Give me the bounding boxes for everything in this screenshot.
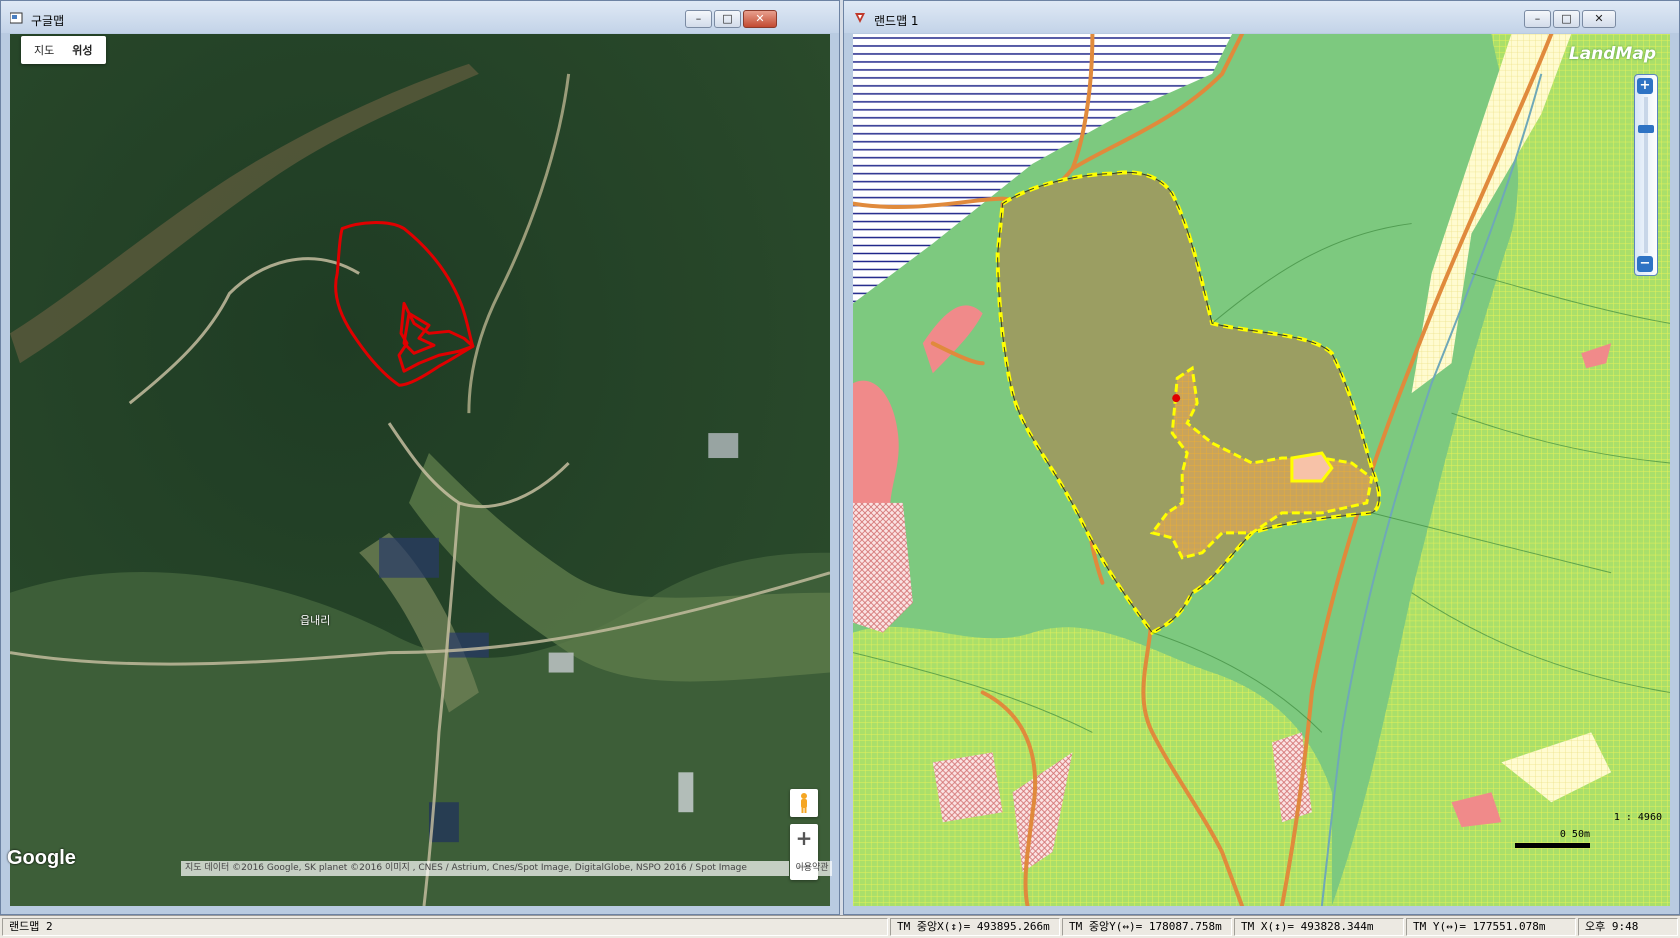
status-app-name: 랜드맵 2: [2, 918, 888, 936]
google-map-window: 구글맵 – □ ✕ 지도 위성 읍내리 + Google 지도 데이터 ©201…: [0, 0, 840, 915]
map-type-map[interactable]: 지도: [25, 42, 63, 58]
google-logo: Google: [7, 847, 76, 869]
status-tm-x: TM X(↕)= 493828.344m: [1234, 918, 1404, 936]
landmap-zoom-in-button[interactable]: +: [1637, 78, 1653, 94]
status-tm-center-x: TM 중앙X(↕)= 493895.266m: [890, 918, 1060, 936]
terms-link[interactable]: 이용약관: [792, 861, 832, 876]
cadastral-drawing: [853, 34, 1670, 906]
landmap-logo: LandMap: [1568, 44, 1656, 64]
landmap-window: 랜드맵 1 – □ ✕ LandMap + − 1: 4960 0 50m: [843, 0, 1680, 915]
close-icon: ✕: [755, 12, 765, 25]
maximize-button[interactable]: □: [714, 10, 741, 28]
landmap-zoom-slider[interactable]: + −: [1634, 74, 1658, 276]
scale-distance: 0 50m: [1559, 829, 1590, 840]
minimize-button[interactable]: –: [685, 10, 712, 28]
map-type-control: 지도 위성: [21, 36, 106, 64]
status-tm-center-y: TM 중앙Y(↔)= 178087.758m: [1062, 918, 1232, 936]
satellite-map[interactable]: 지도 위성 읍내리 + −: [10, 34, 830, 906]
scale-ratio: 1 : 4960: [1613, 812, 1662, 823]
scale-bar: [1515, 843, 1590, 848]
close-button[interactable]: ✕: [743, 10, 777, 28]
maximize-icon: □: [722, 12, 733, 25]
landmap-minimize-button[interactable]: –: [1524, 10, 1551, 28]
status-tm-y: TM Y(↔)= 177551.078m: [1406, 918, 1576, 936]
landmap-zoom-out-button[interactable]: −: [1637, 256, 1653, 272]
landmap-app-icon: [855, 13, 865, 23]
landmap-cadastral-map[interactable]: LandMap + − 1 : 4960 0 50m: [853, 34, 1670, 906]
pegman-button[interactable]: [790, 789, 818, 817]
maximize-icon: □: [1561, 12, 1572, 25]
landmap-window-title: 랜드맵 1: [874, 14, 919, 28]
map-type-satellite[interactable]: 위성: [63, 42, 101, 58]
map-attribution: 지도 데이터 ©2016 Google, SK planet ©2016 이미지…: [181, 861, 789, 876]
close-icon: ✕: [1594, 12, 1604, 25]
landmap-maximize-button[interactable]: □: [1553, 10, 1580, 28]
satellite-imagery: [10, 34, 830, 906]
location-marker: [1172, 394, 1181, 403]
google-window-title: 구글맵: [31, 14, 65, 28]
status-clock: 오후 9:48: [1578, 918, 1678, 936]
zoom-knob[interactable]: [1638, 125, 1654, 133]
minimize-icon: –: [695, 12, 702, 25]
zoom-track[interactable]: [1644, 97, 1648, 253]
landmap-window-titlebar[interactable]: 랜드맵 1 – □ ✕: [844, 1, 1679, 33]
place-label: 읍내리: [300, 614, 331, 627]
pegman-icon: [801, 793, 807, 813]
minimize-icon: –: [1534, 12, 1541, 25]
map-app-icon: [10, 12, 23, 24]
google-window-titlebar[interactable]: 구글맵 – □ ✕: [1, 1, 839, 33]
status-bar: 랜드맵 2 TM 중앙X(↕)= 493895.266m TM 중앙Y(↔)= …: [0, 915, 1680, 938]
landmap-close-button[interactable]: ✕: [1582, 10, 1616, 28]
zoom-in-button[interactable]: +: [790, 824, 818, 852]
